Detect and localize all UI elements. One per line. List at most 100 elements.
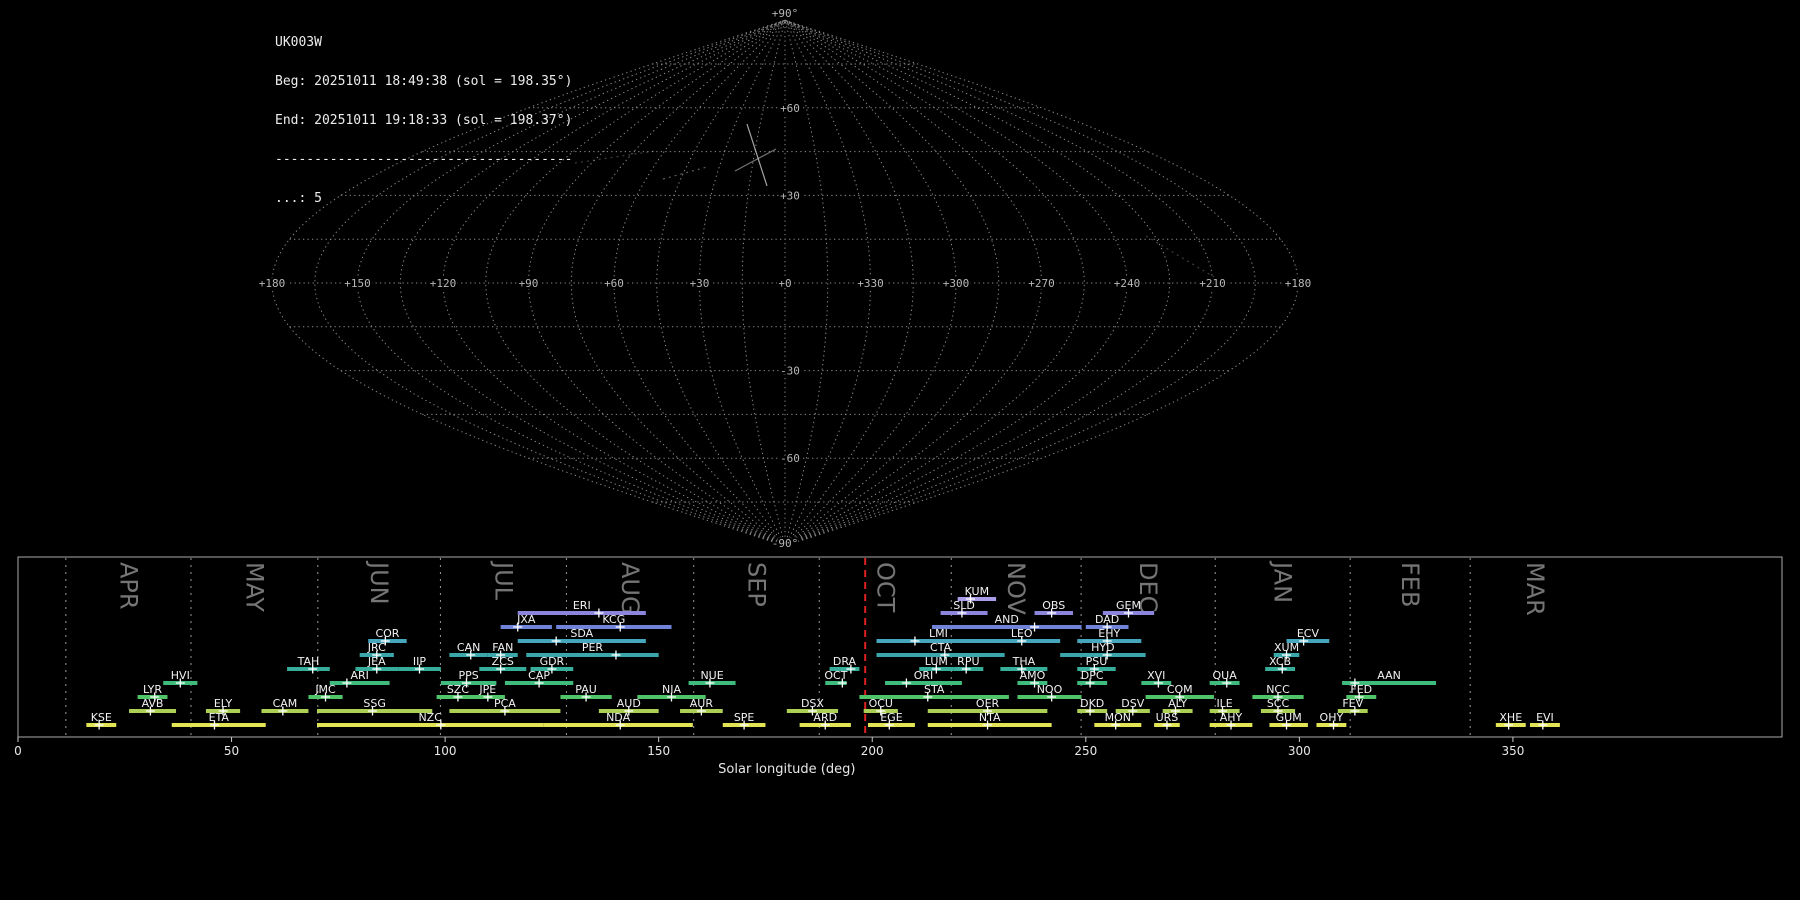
shower-GUM: GUM bbox=[1269, 711, 1308, 730]
shower-code-label: PCA bbox=[494, 697, 516, 710]
shower-code-label: PAU bbox=[575, 683, 597, 696]
shower-CAN: CAN bbox=[449, 641, 488, 660]
shower-code-label: JXA bbox=[516, 613, 536, 626]
shower-code-label: GEM bbox=[1116, 599, 1141, 612]
shower-ETA: ETA bbox=[171, 711, 266, 730]
shower-EVI: EVI bbox=[1530, 711, 1560, 730]
shower-code-label: PSU bbox=[1086, 655, 1108, 668]
shower-code-label: XVI bbox=[1147, 669, 1165, 682]
month-label: APR bbox=[114, 562, 142, 610]
shower-DPC: DPC bbox=[1077, 669, 1108, 688]
shower-code-label: CAN bbox=[457, 641, 480, 654]
shower-code-label: KUM bbox=[965, 585, 989, 598]
shower-QUA: QUA bbox=[1209, 669, 1240, 688]
shower-IIP: IIP bbox=[398, 655, 441, 674]
shower-AUR: AUR bbox=[680, 697, 723, 716]
shower-code-label: HVI bbox=[171, 669, 190, 682]
month-label: JUN bbox=[365, 560, 393, 605]
shower-code-label: DPC bbox=[1081, 669, 1104, 682]
shower-code-label: AMO bbox=[1020, 669, 1046, 682]
shower-CAP: CAP bbox=[504, 669, 574, 688]
shower-code-label: JPE bbox=[478, 683, 496, 696]
month-label: NOV bbox=[1002, 562, 1030, 615]
shower-code-label: PPS bbox=[458, 669, 478, 682]
x-axis: 0 50 100 150 200 250 300 350 Solar longitude (de… bbox=[14, 737, 1524, 777]
observation-info-block: UK003W Beg: 20251011 18:49:38 (sol = 198… bbox=[275, 10, 572, 218]
shower-KSE: KSE bbox=[86, 711, 117, 730]
shower-code-label: OHY bbox=[1320, 711, 1344, 724]
month-label: MAR bbox=[1521, 562, 1549, 616]
shower-code-label: ORI bbox=[914, 669, 934, 682]
shower-NUE: NUE bbox=[688, 669, 736, 688]
shower-code-label: AHY bbox=[1220, 711, 1243, 724]
shower-code-label: COM bbox=[1167, 683, 1193, 696]
shower-code-label: FED bbox=[1350, 683, 1372, 696]
month-label: MAY bbox=[240, 562, 268, 612]
x-tick-label: 100 bbox=[434, 744, 457, 758]
shower-code-label: LEO bbox=[1011, 627, 1033, 640]
x-tick-label: 350 bbox=[1501, 744, 1524, 758]
shower-code-label: KCG bbox=[602, 613, 625, 626]
shower-code-label: DRA bbox=[833, 655, 857, 668]
shower-code-label: CTA bbox=[930, 641, 952, 654]
shower-code-label: EHY bbox=[1098, 627, 1120, 640]
month-label: OCT bbox=[871, 562, 899, 613]
shower-code-label: THA bbox=[1012, 655, 1036, 668]
shower-code-label: ELY bbox=[214, 697, 233, 710]
shower-code-label: MON bbox=[1105, 711, 1131, 724]
shower-code-label: HYD bbox=[1091, 641, 1114, 654]
shower-AND: AND bbox=[932, 613, 1082, 632]
shower-code-label: SPE bbox=[734, 711, 755, 724]
shower-code-label: CAP bbox=[528, 669, 550, 682]
shower-OBS: OBS bbox=[1034, 599, 1073, 618]
shower-MON: MON bbox=[1094, 711, 1142, 730]
station-id: UK003W bbox=[275, 35, 322, 50]
shower-NDA: NDA bbox=[543, 711, 693, 730]
shower-code-label: OER bbox=[976, 697, 1000, 710]
shower-SLD: SLD bbox=[940, 599, 988, 618]
month-label: SEP bbox=[742, 562, 770, 607]
shower-code-label: AND bbox=[995, 613, 1019, 626]
shower-code-label: COR bbox=[375, 627, 399, 640]
shower-OHY: OHY bbox=[1316, 711, 1347, 730]
shower-code-label: EGE bbox=[880, 711, 902, 724]
shower-ZCS: ZCS bbox=[479, 655, 527, 674]
shower-code-label: ARI bbox=[350, 669, 368, 682]
shower-code-label: DSV bbox=[1121, 697, 1144, 710]
month-labels: APR MAY JUN JUL AUG SEP OCT NOV DEC JAN FEB MAR bbox=[114, 560, 1549, 616]
shower-code-label: AUD bbox=[617, 697, 641, 710]
shower-code-label: FAN bbox=[492, 641, 513, 654]
shower-code-label: RPU bbox=[957, 655, 979, 668]
shower-code-label: STA bbox=[924, 683, 945, 696]
shower-activity-chart: APR MAY JUN JUL AUG SEP OCT NOV DEC JAN FEB MARKUME… bbox=[14, 556, 1783, 777]
shower-code-label: OCT bbox=[824, 669, 847, 682]
shower-JXA: JXA bbox=[500, 613, 552, 632]
begin-time: Beg: 20251011 18:49:38 (sol = 198.35°) bbox=[275, 74, 573, 89]
shower-code-label: NDA bbox=[606, 711, 631, 724]
x-tick-label: 250 bbox=[1074, 744, 1097, 758]
shower-NZC: NZC bbox=[316, 711, 544, 730]
x-tick-label: 50 bbox=[224, 744, 239, 758]
month-label: JAN bbox=[1269, 560, 1297, 603]
x-axis-title: Solar longitude (deg) bbox=[718, 762, 855, 777]
shower-code-label: QUA bbox=[1212, 669, 1237, 682]
x-tick-label: 300 bbox=[1288, 744, 1311, 758]
shower-code-label: LMI bbox=[929, 627, 948, 640]
shower-code-label: DKD bbox=[1080, 697, 1104, 710]
shower-code-label: XHE bbox=[1499, 711, 1522, 724]
shower-PAU: PAU bbox=[560, 683, 612, 702]
shower-code-label: GUM bbox=[1276, 711, 1302, 724]
shower-code-label: SZC bbox=[447, 683, 470, 696]
month-label: AUG bbox=[616, 562, 644, 615]
shower-code-label: OBS bbox=[1042, 599, 1065, 612]
meteor-count: ...: 5 bbox=[275, 191, 322, 206]
shower-code-label: URS bbox=[1156, 711, 1179, 724]
shower-code-label: LUM bbox=[925, 655, 948, 668]
meteor-analyzer-window: { "window": { "width": 1800, "height": 9… bbox=[0, 0, 1800, 900]
shower-LEO: LEO bbox=[983, 627, 1061, 646]
shower-code-label: NCC bbox=[1266, 683, 1290, 696]
shower-code-label: ERI bbox=[573, 599, 591, 612]
shower-code-label: NUE bbox=[700, 669, 723, 682]
shower-code-label: KSE bbox=[91, 711, 112, 724]
month-label: JUL bbox=[489, 560, 517, 601]
